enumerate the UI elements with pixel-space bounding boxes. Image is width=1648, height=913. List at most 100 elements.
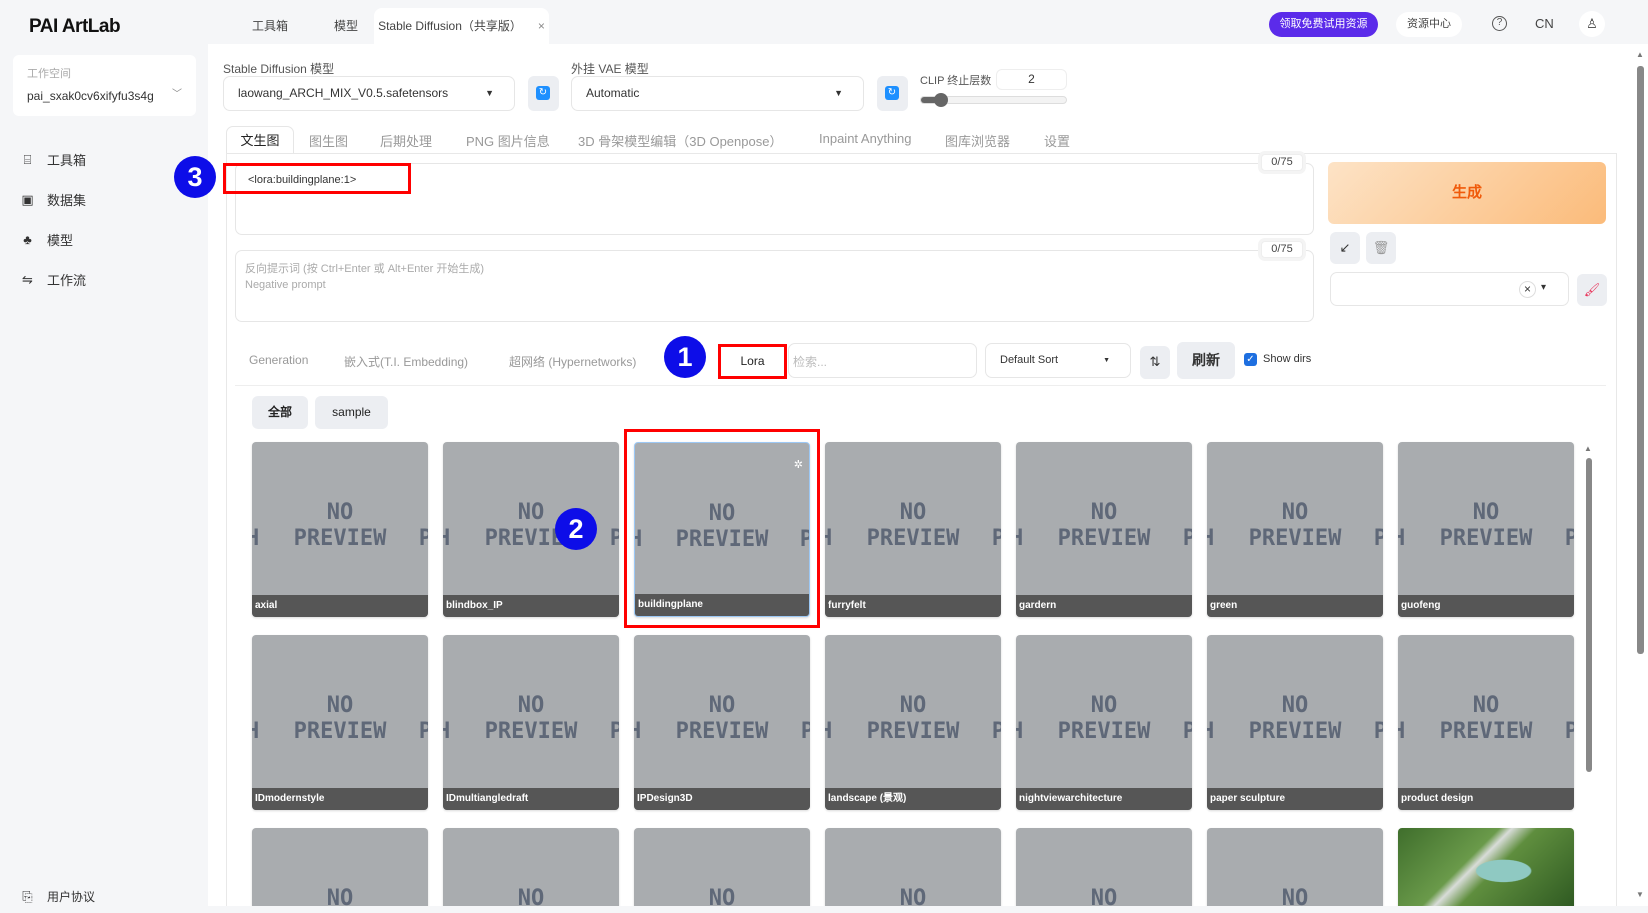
workspace-label: 工作空间: [27, 68, 71, 80]
tab-embedding[interactable]: 嵌入式(T.I. Embedding): [344, 353, 468, 370]
sidebar-item-dataset[interactable]: ▣ 数据集: [20, 190, 86, 209]
no-preview-fragment: P: [418, 719, 428, 744]
sidebar-item-label: 数据集: [47, 193, 87, 208]
refresh-icon: ↻: [885, 86, 899, 100]
refresh-vae-button[interactable]: ↻: [877, 76, 908, 111]
scroll-up-icon[interactable]: ▲: [1584, 444, 1592, 453]
clip-input[interactable]: 2: [996, 69, 1067, 90]
lora-card[interactable]: NOPREVIEWHP: [252, 828, 428, 906]
tab-3d-openpose[interactable]: 3D 骨架模型编辑（3D Openpose）: [578, 131, 782, 150]
sort-direction-button[interactable]: ⇅: [1140, 346, 1170, 379]
no-preview-image: NOPREVIEWHP: [1207, 886, 1383, 906]
help-icon[interactable]: ?: [1492, 16, 1507, 31]
no-preview-text: PREVIEW: [484, 719, 578, 744]
show-dirs-checkbox[interactable]: ✓: [1244, 353, 1257, 366]
paste-params-button[interactable]: ↙: [1330, 232, 1360, 264]
filter-sample-button[interactable]: sample: [315, 396, 388, 429]
tab-extras[interactable]: 后期处理: [380, 131, 432, 150]
no-preview-fragment: P: [1373, 719, 1383, 744]
tab-inpaint-anything[interactable]: Inpaint Anything: [819, 131, 912, 146]
lora-card[interactable]: NO PREVIEW H Paxial: [252, 442, 428, 617]
sd-model-label: Stable Diffusion 模型: [223, 62, 335, 76]
lora-card[interactable]: NO PREVIEW H Pgardern: [1016, 442, 1192, 617]
tab-image-browser[interactable]: 图库浏览器: [945, 131, 1010, 150]
model-icon: ♣: [23, 231, 32, 247]
lora-card[interactable]: NO PREVIEW H Pproduct design: [1398, 635, 1574, 810]
workspace-selector[interactable]: 工作空间 pai_sxak0cv6xifyfu3s4g ﹀: [13, 55, 196, 116]
no-preview-image: NOPREVIEWHP: [1207, 500, 1383, 552]
resource-center-button[interactable]: 资源中心: [1396, 12, 1462, 37]
lora-card[interactable]: NO PREVIEW H Pgreen: [1207, 442, 1383, 617]
clip-slider[interactable]: [920, 93, 1067, 107]
no-preview-text: NO: [1090, 500, 1118, 525]
lora-card[interactable]: NOPREVIEWHP: [1207, 828, 1383, 906]
prompt-token-counter: 0/75: [1261, 154, 1303, 171]
no-preview-text: NO: [1472, 693, 1500, 718]
negative-prompt-input[interactable]: 反向提示词 (按 Ctrl+Enter 或 Alt+Enter 开始生成) Ne…: [235, 250, 1314, 322]
avatar[interactable]: ♙: [1579, 11, 1605, 37]
sd-model-select[interactable]: laowang_ARCH_MIX_V0.5.safetensors ▼: [223, 76, 515, 111]
lora-card-preview-image[interactable]: [1398, 828, 1574, 906]
filter-all-button[interactable]: 全部: [252, 396, 308, 429]
tab-txt2img[interactable]: 文生图: [226, 126, 294, 154]
lora-card[interactable]: NO PREVIEW H P IDmodernstyle: [252, 635, 428, 810]
page-scrollbar[interactable]: [1637, 66, 1644, 654]
no-preview-text: NO: [1281, 886, 1309, 906]
clear-icon[interactable]: ×: [1519, 281, 1536, 298]
trash-button[interactable]: 🗑: [1366, 232, 1396, 264]
network-search-input[interactable]: 检索...: [788, 343, 977, 378]
style-select[interactable]: × ▾: [1330, 272, 1569, 306]
apply-style-button[interactable]: 🖌: [1577, 274, 1607, 306]
no-preview-image: NOPREVIEWHP: [1016, 500, 1192, 552]
no-preview-text: NO: [899, 500, 927, 525]
lora-card-name: axial: [252, 595, 428, 617]
scroll-down-icon[interactable]: ▼: [1636, 890, 1644, 899]
close-icon[interactable]: ×: [538, 19, 545, 33]
tab-settings[interactable]: 设置: [1044, 131, 1070, 150]
language-switch[interactable]: CN: [1535, 16, 1554, 31]
lora-card[interactable]: NO PREVIEW H Pguofeng: [1398, 442, 1574, 617]
lora-card[interactable]: NOPREVIEWHP: [634, 828, 810, 906]
lora-card[interactable]: NO PREVIEW H P IPDesign3D: [634, 635, 810, 810]
lora-card[interactable]: NOPREVIEWHP: [825, 828, 1001, 906]
grid-scrollbar[interactable]: [1586, 458, 1592, 772]
lora-card[interactable]: NOPREVIEWHP: [443, 828, 619, 906]
generate-button[interactable]: 生成: [1328, 162, 1606, 224]
sidebar-item-models[interactable]: ♣ 模型: [20, 230, 73, 249]
no-preview-fragment: H: [443, 719, 451, 744]
no-preview-fragment: H: [825, 526, 833, 551]
tab-generation[interactable]: Generation: [249, 353, 308, 367]
lora-card[interactable]: NO PREVIEW H Plandscape (景观): [825, 635, 1001, 810]
no-preview-text: NO: [326, 693, 354, 718]
tab-png-info[interactable]: PNG 图片信息: [466, 131, 550, 150]
lora-card[interactable]: NO PREVIEW H Pfurryfelt: [825, 442, 1001, 617]
lora-card[interactable]: NO PREVIEW H Pnightviewarchitecture: [1016, 635, 1192, 810]
no-preview-image: NOPREVIEWHP: [634, 886, 810, 906]
tab-img2img[interactable]: 图生图: [309, 131, 348, 150]
lora-card[interactable]: NO PREVIEW H P IDmultiangledraft: [443, 635, 619, 810]
scroll-up-icon[interactable]: ▲: [1636, 50, 1644, 59]
tab-stable-diffusion[interactable]: Stable Diffusion（共享版） ×: [374, 8, 549, 44]
refresh-model-button[interactable]: ↻: [528, 76, 559, 111]
lora-card-name: product design: [1398, 788, 1574, 810]
sort-select[interactable]: Default Sort ▼: [985, 343, 1131, 378]
tab-models[interactable]: 模型: [334, 8, 358, 44]
refresh-networks-button[interactable]: 刷新: [1177, 342, 1235, 379]
no-preview-fragment: H: [1398, 526, 1406, 551]
sidebar-item-toolbox[interactable]: ⌸ 工具箱: [20, 150, 86, 169]
lora-card-name: paper sculpture: [1207, 788, 1383, 810]
no-preview-image: NOPREVIEWHP: [825, 693, 1001, 745]
lora-card[interactable]: NO PREVIEW H Ppaper sculpture: [1207, 635, 1383, 810]
no-preview-text: NO: [899, 693, 927, 718]
no-preview-image: NOPREVIEWHP: [825, 500, 1001, 552]
no-preview-fragment: H: [1207, 526, 1215, 551]
tab-toolbox[interactable]: 工具箱: [252, 8, 288, 44]
tab-hypernetworks[interactable]: 超网络 (Hypernetworks): [509, 353, 636, 370]
user-agreement-link[interactable]: ⎘ 用户协议: [20, 888, 95, 905]
vae-select[interactable]: Automatic ▼: [571, 76, 864, 111]
sort-value: Default Sort: [1000, 354, 1059, 366]
free-trial-button[interactable]: 领取免费试用资源: [1269, 12, 1378, 37]
sidebar-item-workflow[interactable]: ⇋ 工作流: [20, 270, 86, 289]
lora-card[interactable]: NOPREVIEWHP: [1016, 828, 1192, 906]
no-preview-text: NO: [326, 500, 354, 525]
